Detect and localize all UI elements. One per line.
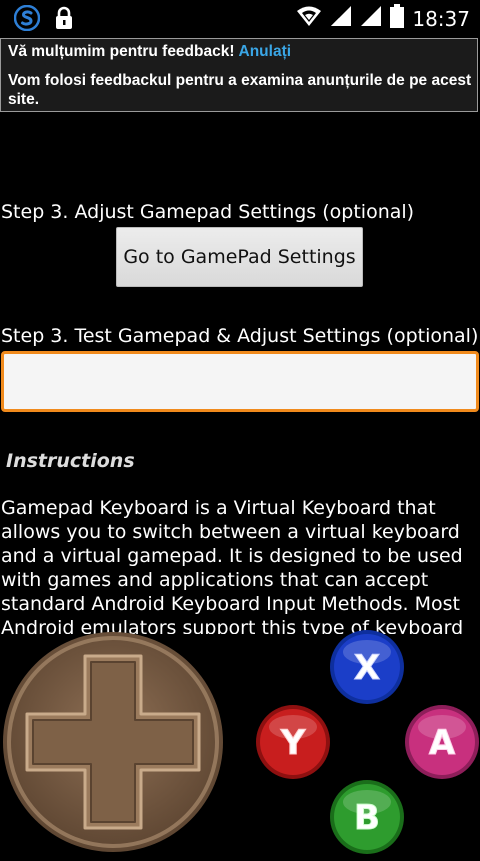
s-app-icon [13,4,41,36]
wifi-icon [296,5,322,32]
a-button[interactable]: A [403,703,480,781]
instructions-title: Instructions [6,450,135,472]
a-button-label: A [429,723,456,763]
battery-icon [390,4,405,33]
step-adjust-label: Step 3. Adjust Gamepad Settings (optiona… [1,201,415,223]
test-gamepad-input[interactable] [1,351,479,412]
dpad[interactable] [1,630,225,854]
feedback-banner: Vă mulțumim pentru feedback! Anulați Vom … [0,38,478,112]
gamepad-settings-button[interactable]: Go to GamePad Settings [116,227,363,287]
status-bar: 18:37 [0,0,480,38]
banner-message: Vom folosi feedbackul pentru a examina a… [8,72,472,108]
y-button[interactable]: Y [254,703,332,781]
x-button[interactable]: X [328,628,406,706]
lock-icon [54,6,74,35]
y-button-label: Y [280,723,306,763]
instructions-text: Gamepad Keyboard is a Virtual Keyboard t… [1,497,464,634]
b-button[interactable]: B [328,778,406,856]
b-button-label: B [354,798,380,838]
undo-link[interactable]: Anulați [239,43,292,60]
signal-icon [360,5,382,32]
step-test-label: Step 3. Test Gamepad & Adjust Settings (… [1,325,479,347]
x-button-label: X [354,648,380,688]
signal-icon [330,5,352,32]
banner-title-line: Vă mulțumim pentru feedback! Anulați [8,43,291,61]
clock: 18:37 [412,6,470,31]
banner-title: Vă mulțumim pentru feedback! [8,43,235,60]
